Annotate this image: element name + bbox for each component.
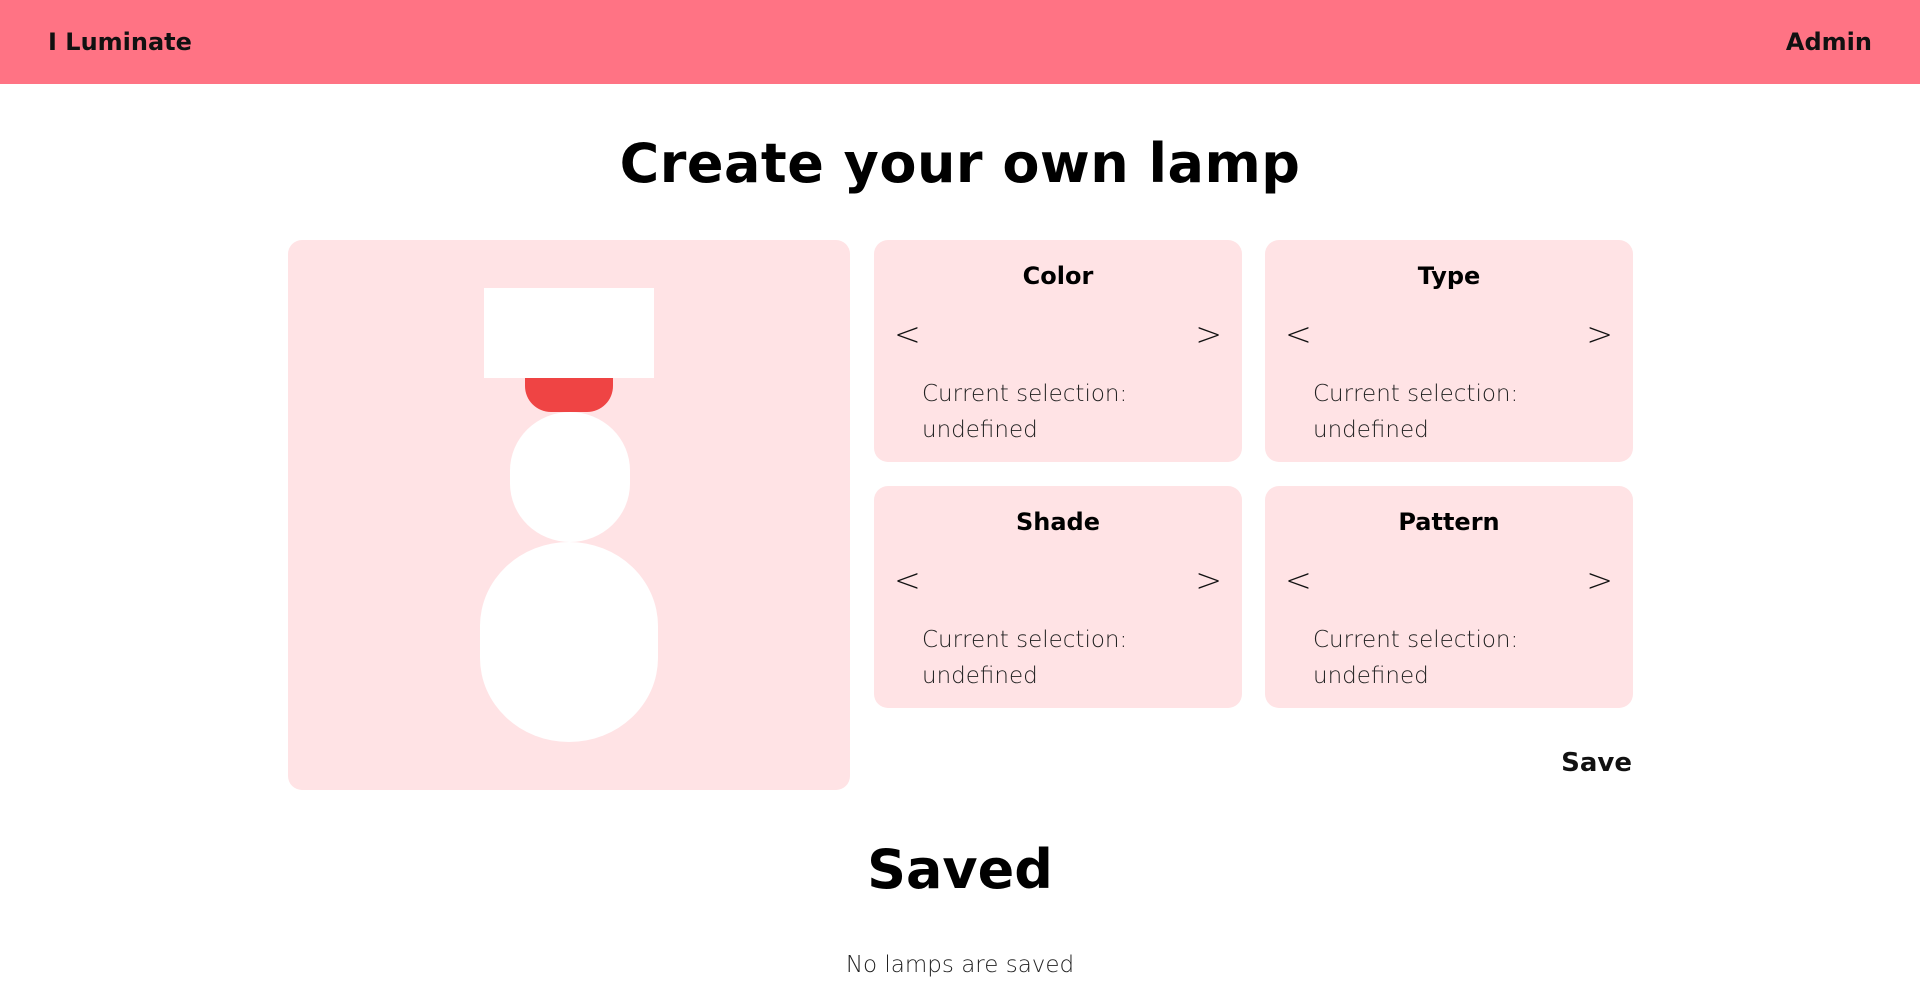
prev-arrow-button[interactable]: < (1285, 318, 1312, 350)
selection-label: Current selection: (1313, 381, 1519, 407)
selection-value: undefined (922, 663, 1038, 689)
lamp-preview (288, 240, 850, 790)
top-navbar: I Luminate Admin (0, 0, 1920, 84)
lamp-shade-top (484, 288, 654, 378)
lamp-body (510, 412, 630, 542)
selection-label: Current selection: (1313, 627, 1519, 653)
prev-arrow-button[interactable]: < (894, 318, 921, 350)
page-title: Create your own lamp (619, 132, 1301, 195)
selection-label: Current selection: (922, 381, 1128, 407)
option-title: Pattern (1398, 508, 1500, 536)
lamp-base (480, 542, 658, 742)
option-title: Shade (1015, 508, 1101, 536)
lamp-bulb (525, 378, 613, 412)
brand-logo[interactable]: I Luminate (48, 28, 192, 56)
selection-label: Current selection: (922, 627, 1128, 653)
current-selection: Current selection: undefined (1313, 376, 1518, 448)
option-card-type: Type < > Current selection: undefined (1265, 240, 1633, 462)
prev-arrow-button[interactable]: < (1285, 564, 1312, 596)
selection-value: undefined (1313, 663, 1429, 689)
option-card-color: Color < > Current selection: undefined (874, 240, 1242, 462)
prev-arrow-button[interactable]: < (894, 564, 921, 596)
next-arrow-button[interactable]: > (1586, 318, 1613, 350)
save-button[interactable]: Save (1540, 746, 1632, 780)
option-title: Type (1417, 262, 1481, 290)
option-card-pattern: Pattern < > Current selection: undefined (1265, 486, 1633, 708)
admin-link[interactable]: Admin (1786, 28, 1872, 56)
current-selection: Current selection: undefined (922, 622, 1127, 694)
option-title: Color (1022, 262, 1094, 290)
next-arrow-button[interactable]: > (1586, 564, 1613, 596)
selection-value: undefined (922, 417, 1038, 443)
selection-value: undefined (1313, 417, 1429, 443)
current-selection: Current selection: undefined (922, 376, 1127, 448)
saved-empty-message: No lamps are saved (845, 952, 1075, 978)
next-arrow-button[interactable]: > (1195, 564, 1222, 596)
next-arrow-button[interactable]: > (1195, 318, 1222, 350)
saved-section-title: Saved (867, 838, 1053, 901)
option-card-shade: Shade < > Current selection: undefined (874, 486, 1242, 708)
current-selection: Current selection: undefined (1313, 622, 1518, 694)
